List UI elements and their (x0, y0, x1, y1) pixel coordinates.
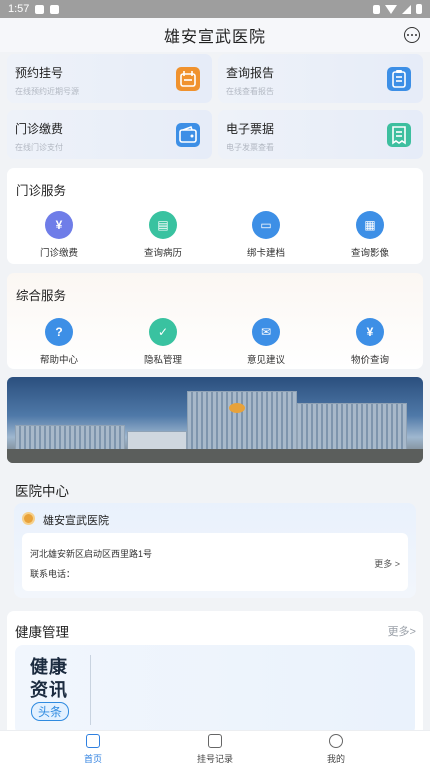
folder-icon: ▤ (149, 211, 177, 239)
tab-profile[interactable]: 我的 (296, 734, 376, 765)
tab-home[interactable]: 首页 (53, 734, 133, 765)
outpatient-services-card: 门诊服务 ¥ 门诊缴费 ▤ 查询病历 ▭ 绑卡建档 ▦ 查询影像 (7, 168, 423, 264)
section-title: 健康管理 (15, 625, 69, 640)
service-label: 隐私管理 (143, 355, 182, 366)
shield-icon: ✓ (149, 318, 177, 346)
section-title: 综合服务 (16, 289, 67, 303)
notification-icon (50, 4, 60, 14)
wallet-icon (176, 123, 200, 147)
service-label: 门诊缴费 (39, 248, 78, 259)
service-label: 查询病历 (143, 248, 182, 259)
service-feedback[interactable]: ✉ 意见建议 (226, 318, 306, 366)
health-news-line2: 资讯 (30, 680, 68, 700)
payment-icon: ¥ (45, 211, 73, 239)
service-query-medical-record[interactable]: ▤ 查询病历 (123, 211, 203, 259)
section-title: 门诊服务 (16, 184, 67, 198)
vibrate-icon (373, 4, 380, 14)
service-privacy-management[interactable]: ✓ 隐私管理 (123, 318, 203, 366)
feedback-icon: ✉ (252, 318, 280, 346)
tab-label: 挂号记录 (196, 754, 233, 764)
service-bind-card[interactable]: ▭ 绑卡建档 (226, 211, 306, 259)
hospital-banner-image[interactable] (7, 377, 423, 463)
quick-action-e-receipt[interactable]: 电子票据 电子发票查看 (218, 110, 423, 159)
status-bar: 1:57 (0, 0, 430, 18)
hospital-name: 雄安宣武医院 (43, 515, 109, 527)
health-more-link[interactable]: 更多> (388, 623, 416, 639)
hospital-phone-label: 联系电话： (30, 569, 76, 579)
building-image (127, 431, 187, 451)
hospital-address: 河北雄安新区启动区西里路1号 (30, 549, 153, 559)
divider (90, 655, 91, 725)
hospital-logo-icon (22, 512, 35, 525)
hospital-logo-icon (229, 403, 245, 413)
notification-icon (35, 4, 45, 14)
ground-strip (7, 449, 423, 463)
service-label: 绑卡建档 (246, 248, 285, 259)
status-time: 1:57 (8, 3, 30, 15)
quick-action-appointment[interactable]: 预约挂号 在线预约近期号源 (7, 54, 212, 103)
card-icon: ▭ (252, 211, 280, 239)
general-services-card: 综合服务 ? 帮助中心 ✓ 隐私管理 ✉ 意见建议 ¥ 物价查询 (7, 273, 423, 369)
wifi-icon (385, 4, 397, 14)
building-image (297, 403, 407, 451)
receipt-icon (387, 123, 411, 147)
service-outpatient-payment[interactable]: ¥ 门诊缴费 (19, 211, 99, 259)
quick-action-report[interactable]: 查询报告 在线查看报告 (218, 54, 423, 103)
battery-icon (416, 4, 422, 14)
signal-icon (402, 4, 411, 14)
clipboard-icon (387, 67, 411, 91)
service-query-imaging[interactable]: ▦ 查询影像 (330, 211, 410, 259)
section-title: 医院中心 (15, 484, 69, 499)
home-icon (86, 734, 100, 748)
tab-appointment-records[interactable]: 挂号记录 (175, 734, 255, 765)
hospital-more-link[interactable]: 更多 > (374, 557, 400, 570)
service-label: 意见建议 (246, 355, 285, 366)
film-icon: ▦ (356, 211, 384, 239)
hospital-info-card[interactable]: 雄安宣武医院 河北雄安新区启动区西里路1号 联系电话： 更多 > (14, 503, 416, 598)
quick-action-outpatient-payment[interactable]: 门诊缴费 在线门诊支付 (7, 110, 212, 159)
health-news-banner[interactable]: 健康 资讯 头条 (15, 645, 415, 730)
hospital-details: 河北雄安新区启动区西里路1号 联系电话： 更多 > (22, 533, 408, 591)
bottom-tab-bar: 首页 挂号记录 我的 (0, 730, 430, 766)
page-title: 雄安宣武医院 (163, 29, 266, 46)
building-image (15, 425, 125, 451)
service-help-center[interactable]: ? 帮助中心 (19, 318, 99, 366)
price-icon: ¥ (356, 318, 384, 346)
service-price-query[interactable]: ¥ 物价查询 (330, 318, 410, 366)
health-management-card: 健康管理 更多> 健康 资讯 头条 (7, 611, 423, 730)
service-label: 物价查询 (350, 355, 389, 366)
building-image (187, 391, 297, 451)
tab-label: 首页 (83, 754, 102, 764)
app-bar: 雄安宣武医院 (0, 18, 430, 52)
service-label: 查询影像 (350, 248, 389, 259)
service-label: 帮助中心 (39, 355, 78, 366)
message-icon[interactable] (404, 27, 420, 43)
profile-icon (329, 734, 343, 748)
main-content[interactable]: 预约挂号 在线预约近期号源 查询报告 在线查看报告 门诊缴费 在线门诊支付 电子… (0, 52, 430, 730)
calendar-icon (176, 67, 200, 91)
tab-label: 我的 (326, 754, 345, 764)
health-news-tag: 头条 (31, 702, 70, 721)
help-icon: ? (45, 318, 73, 346)
record-icon (208, 734, 222, 748)
